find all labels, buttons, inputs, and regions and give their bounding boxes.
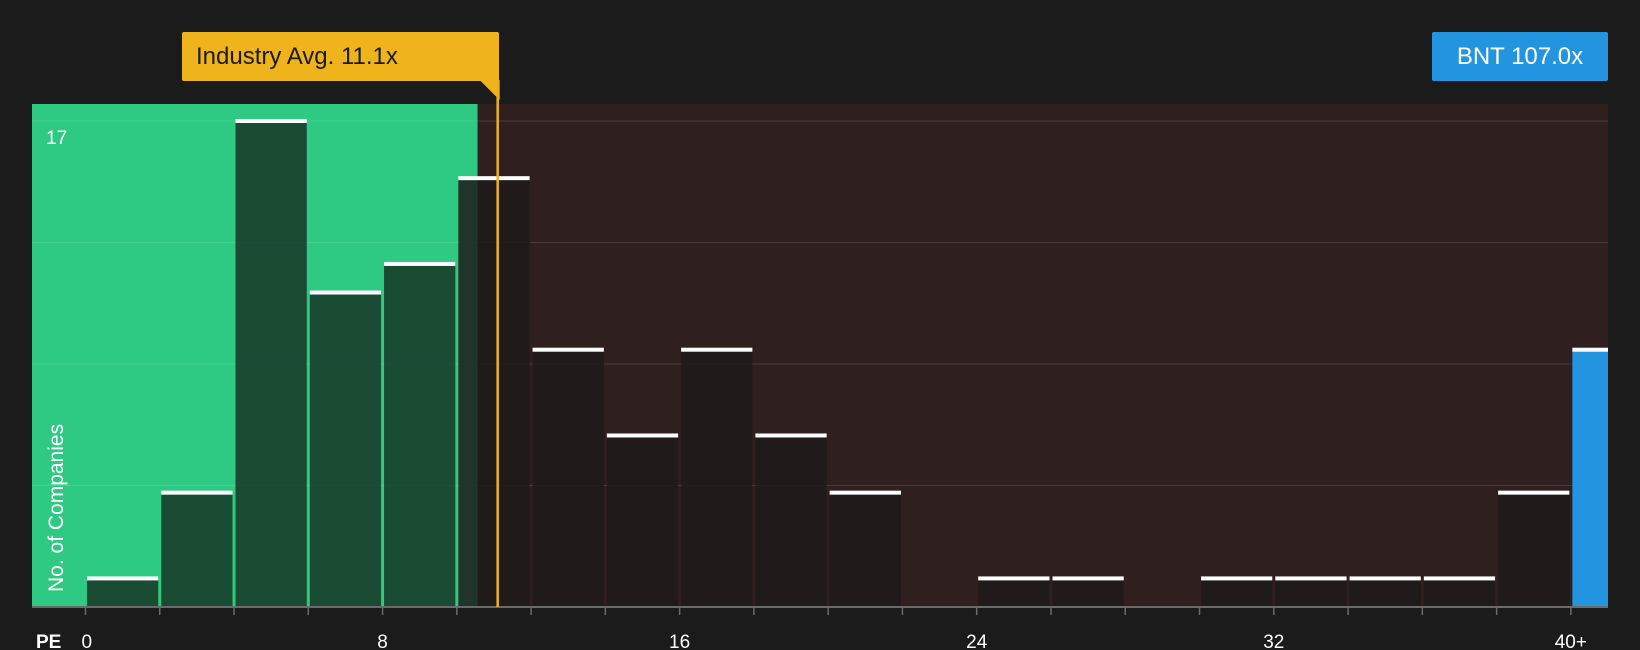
- histogram-bar: [755, 435, 827, 607]
- pe-distribution-chart: 0 8 16 24 32 40+ PE 17 No. of Companies Industry…: [0, 0, 1640, 650]
- bar-top-marker: [1275, 576, 1347, 581]
- x-tick-label: 32: [1263, 632, 1284, 650]
- bar-top-marker: [86, 576, 159, 581]
- histogram-bar: [235, 121, 307, 607]
- y-tick-label: 17: [46, 128, 67, 149]
- bar-top-marker: [1201, 576, 1273, 581]
- x-tick-label: 0: [81, 632, 92, 650]
- x-tick-label: 8: [377, 632, 388, 650]
- bar-top-marker: [1349, 576, 1421, 581]
- bar-top-marker: [309, 290, 382, 295]
- histogram-bar: [1423, 578, 1496, 607]
- histogram-bar: [384, 263, 456, 607]
- bar-top-marker: [681, 347, 753, 352]
- company-bar-top-marker: [1572, 347, 1608, 352]
- bar-top-marker: [235, 119, 307, 123]
- histogram-bar: [1052, 578, 1124, 607]
- histogram-bar: [681, 349, 753, 607]
- chart-canvas: 0 8 16 24 32 40+ PE 17 No. of Companies: [32, 66, 1608, 650]
- bar-top-marker: [978, 576, 1050, 581]
- histogram-bar: [1275, 578, 1347, 607]
- bar-top-marker: [1052, 576, 1124, 581]
- bar-top-marker: [829, 490, 901, 495]
- bar-top-marker: [161, 490, 233, 495]
- y-axis-label: No. of Companies: [45, 424, 68, 592]
- histogram-bar: [458, 178, 530, 608]
- histogram-bar: [86, 578, 159, 607]
- bar-top-marker: [532, 347, 604, 352]
- histogram-bar: [978, 578, 1050, 607]
- x-tick-label: 16: [669, 632, 690, 650]
- histogram-bar: [161, 492, 233, 607]
- histogram-bar: [1201, 578, 1273, 607]
- x-tick-label: 40+: [1555, 632, 1587, 650]
- bar-top-marker: [755, 433, 827, 438]
- company-pe-callout: BNT 107.0x: [1432, 32, 1608, 81]
- histogram-bar: [309, 292, 382, 607]
- company-bar: [1572, 349, 1608, 607]
- histogram-bar: [829, 492, 901, 607]
- bar-top-marker: [1423, 576, 1496, 581]
- industry-average-callout: Industry Avg. 11.1x: [182, 32, 499, 81]
- histogram-bar: [1498, 492, 1570, 607]
- x-tick-label: 24: [966, 632, 988, 650]
- histogram-bar: [532, 349, 604, 607]
- industry-average-pointer: [479, 80, 500, 100]
- bar-top-marker: [1498, 490, 1570, 495]
- bar-top-marker: [606, 433, 679, 438]
- bar-top-marker: [458, 176, 530, 181]
- x-axis-label: PE: [36, 632, 61, 650]
- histogram-bar: [1349, 578, 1421, 607]
- histogram-bar: [606, 435, 679, 607]
- bar-top-marker: [384, 261, 456, 266]
